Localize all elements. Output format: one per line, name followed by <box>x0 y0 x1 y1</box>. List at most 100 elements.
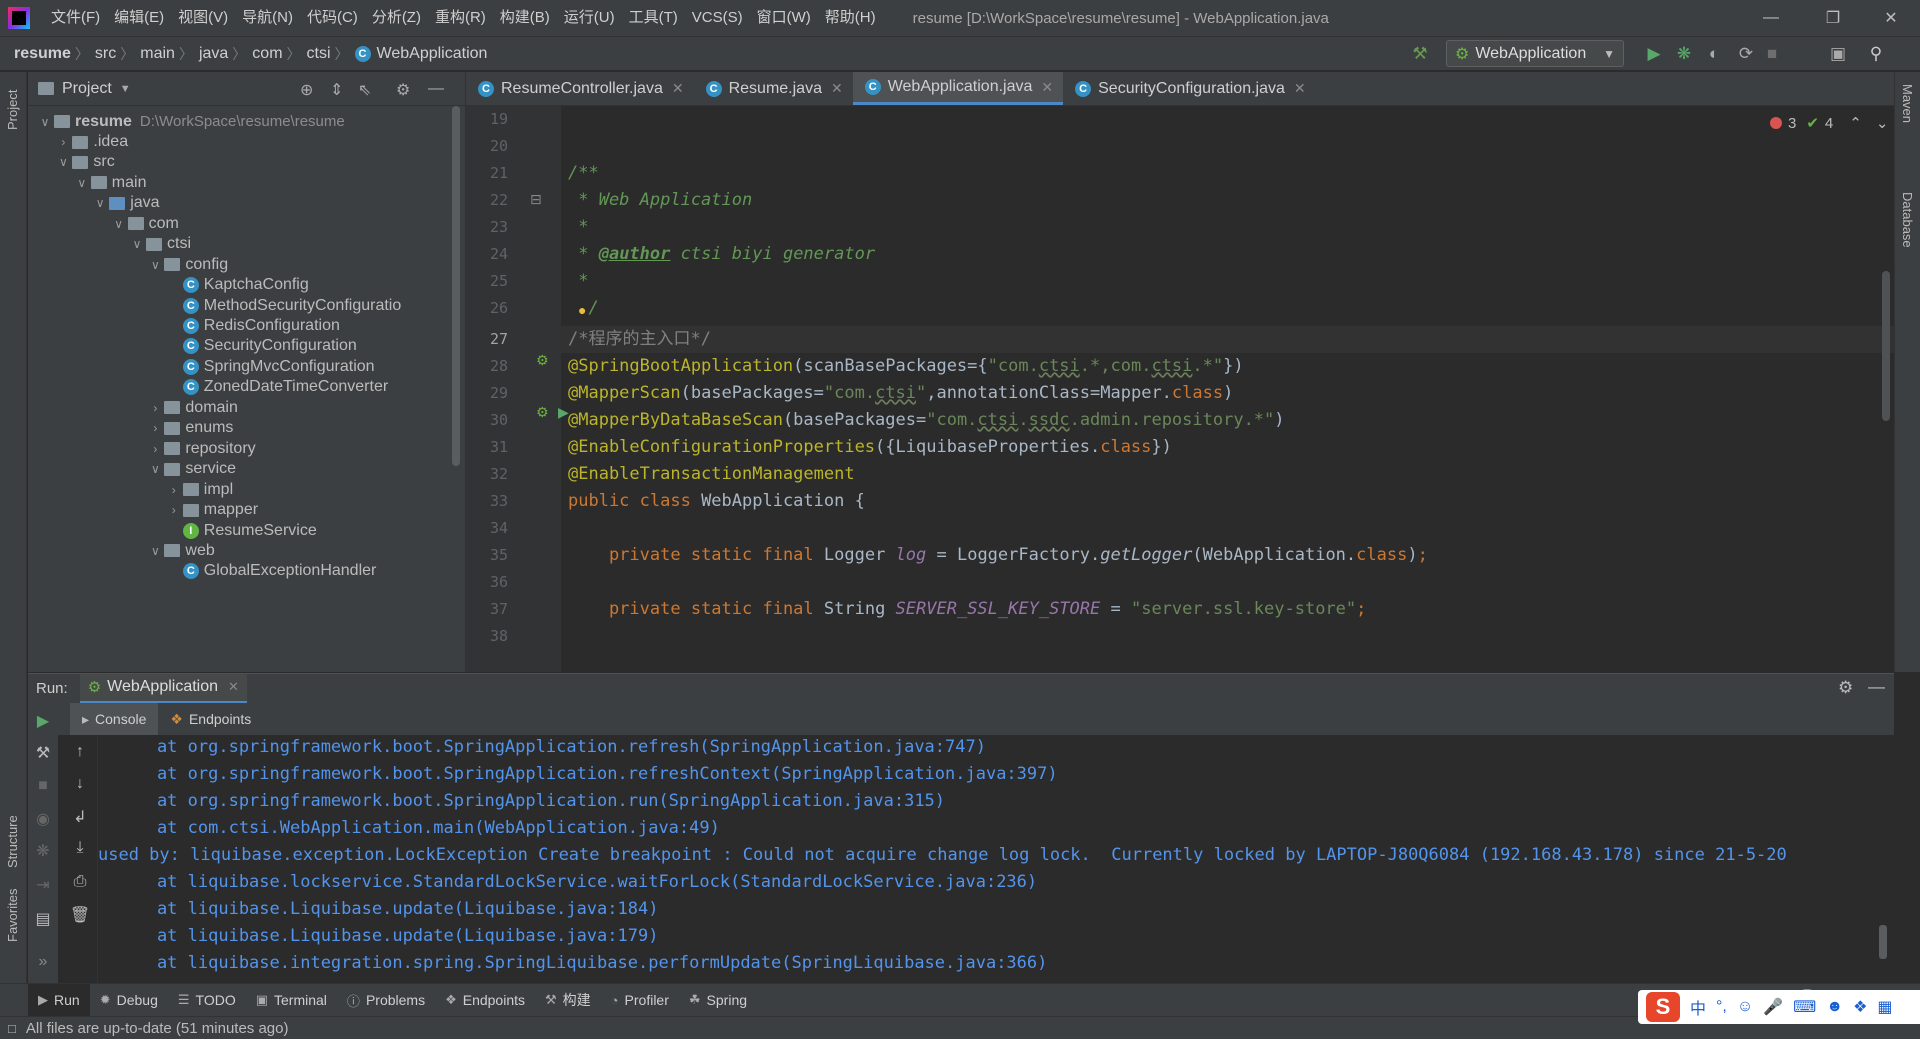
code-editor[interactable]: 19 20 21 22 23 24 25 26 27 28 29 30 31 32 33 34 35 36 37 38… <box>466 106 1894 672</box>
tool-button[interactable]: ◔ Profiler <box>601 984 679 1017</box>
stop-icon[interactable]: ■ <box>28 777 58 795</box>
editor-tab[interactable]: C Resume.java ✕ <box>694 72 853 105</box>
menu-item[interactable]: 运行(U) <box>557 0 622 36</box>
run-config-select[interactable]: ⚙ WebApplication ▼ <box>1446 40 1624 67</box>
menu-item[interactable]: 视图(V) <box>171 0 235 36</box>
minimize-icon[interactable]: — <box>1748 0 1794 36</box>
chevron-right-icon[interactable]: › <box>146 442 164 456</box>
hide-panel-icon[interactable]: — <box>428 80 444 98</box>
menu-item[interactable]: 分析(Z) <box>365 0 428 36</box>
stop-icon[interactable]: ■ <box>1760 42 1784 66</box>
tool-button[interactable]: ❖ Endpoints <box>435 984 535 1017</box>
spring-bean-icon[interactable]: ⚙ <box>536 352 549 369</box>
tool-button[interactable]: ⚒ 构建 <box>535 984 601 1017</box>
grid-icon[interactable]: ▦ <box>1877 997 1892 1017</box>
chevron-down-icon[interactable]: ∨ <box>36 115 54 129</box>
ime-language[interactable]: 中 <box>1690 995 1706 1019</box>
user-icon[interactable]: ☻ <box>1826 998 1843 1016</box>
menu-item[interactable]: 工具(T) <box>622 0 685 36</box>
keyboard-icon[interactable]: ⌨ <box>1793 997 1816 1017</box>
chevron-down-icon[interactable]: ▼ <box>120 83 131 95</box>
console-scrollbar[interactable] <box>1879 925 1887 959</box>
tool-button[interactable]: ☘ Spring <box>679 984 757 1017</box>
favorites-tool-button[interactable]: Favorites <box>5 889 20 942</box>
tool-button[interactable]: ⓘ Problems <box>337 984 435 1017</box>
scroll-to-end-icon[interactable]: ⤓ <box>65 839 95 857</box>
gear-icon[interactable]: ⚙ <box>1838 678 1853 698</box>
punctuation-icon[interactable]: °, <box>1716 998 1727 1016</box>
breadcrumb-item[interactable]: WebApplication <box>371 45 492 63</box>
trash-icon[interactable]: 🗑 <box>65 905 95 925</box>
chevron-right-icon[interactable]: › <box>146 401 164 415</box>
tab-console[interactable]: ▸ Console <box>70 703 159 735</box>
menu-item[interactable]: 帮助(H) <box>818 0 883 36</box>
close-icon[interactable]: ✕ <box>228 679 239 695</box>
tool-button[interactable]: ▶ Run <box>28 983 90 1017</box>
menu-item[interactable]: 编辑(E) <box>107 0 171 36</box>
soft-wrap-icon[interactable]: ↲ <box>65 807 95 827</box>
menu-item[interactable]: VCS(S) <box>685 0 750 36</box>
project-tool-button[interactable]: Project <box>5 90 20 130</box>
breadcrumb-item[interactable]: main <box>134 45 179 63</box>
camera-icon[interactable]: ◉ <box>28 809 58 829</box>
editor-tab[interactable]: C SecurityConfiguration.java ✕ <box>1063 72 1316 105</box>
wrench-icon[interactable]: ⚒ <box>28 743 58 763</box>
debug-icon[interactable]: ❋ <box>28 841 58 861</box>
chevron-down-icon[interactable]: ∨ <box>91 196 109 210</box>
breadcrumb-item[interactable]: java <box>193 45 232 63</box>
editor-tab[interactable]: C ResumeController.java ✕ <box>466 72 694 105</box>
chevron-down-icon[interactable]: ∨ <box>73 176 91 190</box>
chevron-right-icon[interactable]: › <box>54 135 72 149</box>
tab-endpoints[interactable]: ❖ Endpoints <box>158 703 263 735</box>
chevron-right-icon[interactable]: › <box>165 483 183 497</box>
locate-icon[interactable]: ⊕ <box>300 80 313 100</box>
breadcrumb-item[interactable]: com <box>246 45 286 63</box>
menu-item[interactable]: 构建(B) <box>493 0 557 36</box>
menu-item[interactable]: 文件(F) <box>44 0 107 36</box>
breadcrumb-item[interactable]: src <box>89 45 120 63</box>
breadcrumb-item[interactable]: resume <box>8 45 75 63</box>
breadcrumb-item[interactable]: ctsi <box>301 45 335 63</box>
skin-icon[interactable]: ❖ <box>1853 997 1867 1017</box>
collapse-all-icon[interactable]: ⇖ <box>358 80 371 100</box>
hide-panel-icon[interactable]: — <box>1868 677 1885 697</box>
profile-icon[interactable]: ⟳ <box>1734 42 1758 66</box>
arrow-down-icon[interactable]: ↓ <box>65 775 95 793</box>
close-icon[interactable]: ✕ <box>1294 80 1306 97</box>
coverage-icon[interactable]: ◐ <box>1702 42 1726 66</box>
menu-item[interactable]: 代码(C) <box>300 0 365 36</box>
debug-icon[interactable]: ❋ <box>1672 42 1696 66</box>
more-icon[interactable]: » <box>28 953 58 971</box>
chevron-down-icon[interactable]: ∨ <box>146 544 164 558</box>
close-icon[interactable]: ✕ <box>1868 0 1914 36</box>
close-icon[interactable]: ✕ <box>672 80 684 97</box>
chevron-down-icon[interactable]: ∨ <box>128 237 146 251</box>
fold-icon[interactable]: ⊟ <box>530 191 542 208</box>
editor-tab[interactable]: C WebApplication.java ✕ <box>852 72 1064 105</box>
chevron-up-icon[interactable]: ⌃ <box>1849 114 1862 132</box>
tree-item[interactable]: C GlobalExceptionHandler <box>28 559 448 584</box>
print-icon[interactable]: ⎙ <box>65 873 95 891</box>
project-structure-icon[interactable]: ▣ <box>1826 42 1850 66</box>
microphone-icon[interactable]: 🎤 <box>1763 997 1783 1017</box>
search-everywhere-icon[interactable]: ⚲ <box>1864 42 1888 66</box>
editor-scrollbar[interactable] <box>1882 271 1890 421</box>
menu-item[interactable]: 导航(N) <box>235 0 300 36</box>
close-icon[interactable]: ✕ <box>831 80 843 97</box>
emoji-icon[interactable]: ☺ <box>1737 998 1753 1016</box>
expand-all-icon[interactable]: ⇕ <box>330 80 343 100</box>
restore-icon[interactable]: ❐ <box>1810 0 1856 36</box>
spring-bean-icon[interactable]: ⚙ <box>536 404 549 421</box>
chevron-down-icon[interactable]: ∨ <box>54 155 72 169</box>
project-scrollbar[interactable] <box>452 106 460 466</box>
project-view-selector[interactable]: Project <box>62 80 112 98</box>
tool-button[interactable]: ☰ TODO <box>168 984 246 1017</box>
rerun-icon[interactable]: ▶ <box>28 711 58 731</box>
chevron-down-icon[interactable]: ⌄ <box>1876 114 1889 132</box>
run-icon[interactable]: ▶ <box>1642 42 1666 66</box>
chevron-down-icon[interactable]: ∨ <box>146 462 164 476</box>
console-output[interactable]: at org.springframework.boot.SpringApplic… <box>98 735 1894 983</box>
chevron-right-icon[interactable]: › <box>165 503 183 517</box>
chevron-down-icon[interactable]: ∨ <box>146 258 164 272</box>
structure-tool-button[interactable]: Structure <box>5 815 20 868</box>
